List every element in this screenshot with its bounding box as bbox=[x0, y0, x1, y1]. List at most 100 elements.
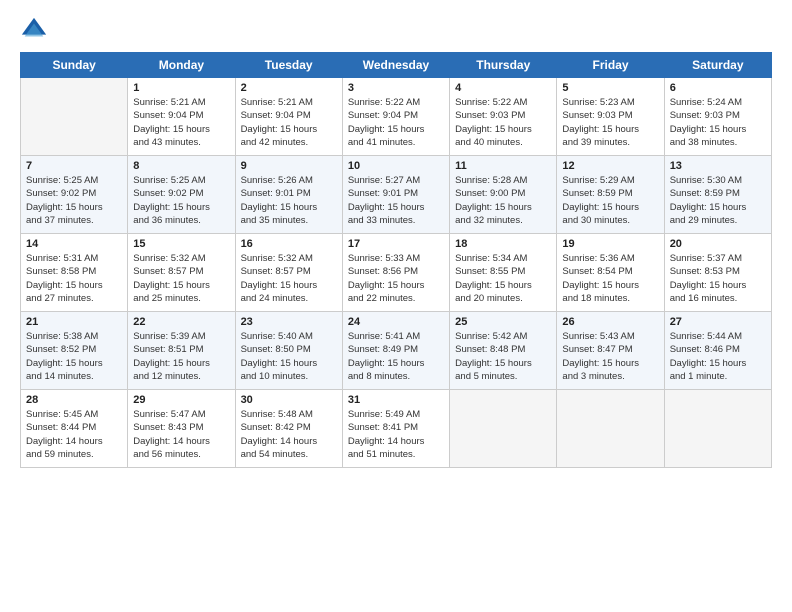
day-number: 26 bbox=[562, 316, 658, 328]
day-number: 23 bbox=[241, 316, 337, 328]
day-info: Sunrise: 5:49 AM Sunset: 8:41 PM Dayligh… bbox=[348, 408, 444, 461]
day-number: 17 bbox=[348, 238, 444, 250]
day-number: 12 bbox=[562, 160, 658, 172]
day-cell: 25Sunrise: 5:42 AM Sunset: 8:48 PM Dayli… bbox=[450, 312, 557, 390]
day-info: Sunrise: 5:37 AM Sunset: 8:53 PM Dayligh… bbox=[670, 252, 766, 305]
day-cell: 8 Sunrise: 5:25 AM Sunset: 9:02 PM Daylig… bbox=[128, 156, 235, 234]
day-info: Sunrise: 5:32 AM Sunset: 8:57 PM Dayligh… bbox=[133, 252, 229, 305]
day-cell: 19 Sunrise: 5:36 AM Sunset: 8:54 PM Dayli… bbox=[557, 234, 664, 312]
day-number: 10 bbox=[348, 160, 444, 172]
day-number: 29 bbox=[133, 394, 229, 406]
day-info: Sunrise: 5:26 AM Sunset: 9:01 PM Dayligh… bbox=[241, 174, 337, 227]
day-info: Sunrise: 5:43 AM Sunset: 8:47 PM Dayligh… bbox=[562, 330, 658, 383]
day-number: 18 bbox=[455, 238, 551, 250]
day-number: 27 bbox=[670, 316, 766, 328]
day-cell: 30 Sunrise: 5:48 AM Sunset: 8:42 PM Dayli… bbox=[235, 390, 342, 468]
day-number: 24 bbox=[348, 316, 444, 328]
col-header-saturday: Saturday bbox=[664, 53, 771, 78]
col-header-wednesday: Wednesday bbox=[342, 53, 449, 78]
week-row-2: 7Sunrise: 5:25 AM Sunset: 9:02 PM Daylig… bbox=[21, 156, 772, 234]
day-cell: 3 Sunrise: 5:22 AM Sunset: 9:04 PM Daylig… bbox=[342, 78, 449, 156]
day-info: Sunrise: 5:34 AM Sunset: 8:55 PM Dayligh… bbox=[455, 252, 551, 305]
day-number: 31 bbox=[348, 394, 444, 406]
day-info: Sunrise: 5:22 AM Sunset: 9:04 PM Dayligh… bbox=[348, 96, 444, 149]
day-number: 30 bbox=[241, 394, 337, 406]
day-cell: 29 Sunrise: 5:47 AM Sunset: 8:43 PM Dayli… bbox=[128, 390, 235, 468]
col-header-monday: Monday bbox=[128, 53, 235, 78]
day-info: Sunrise: 5:44 AM Sunset: 8:46 PM Dayligh… bbox=[670, 330, 766, 383]
day-number: 2 bbox=[241, 82, 337, 94]
day-cell: 15 Sunrise: 5:32 AM Sunset: 8:57 PM Dayli… bbox=[128, 234, 235, 312]
logo bbox=[20, 16, 52, 44]
day-info: Sunrise: 5:31 AM Sunset: 8:58 PM Dayligh… bbox=[26, 252, 122, 305]
day-cell: 2 Sunrise: 5:21 AM Sunset: 9:04 PM Daylig… bbox=[235, 78, 342, 156]
day-info: Sunrise: 5:21 AM Sunset: 9:04 PM Dayligh… bbox=[241, 96, 337, 149]
col-header-tuesday: Tuesday bbox=[235, 53, 342, 78]
day-number: 13 bbox=[670, 160, 766, 172]
day-info: Sunrise: 5:33 AM Sunset: 8:56 PM Dayligh… bbox=[348, 252, 444, 305]
day-info: Sunrise: 5:40 AM Sunset: 8:50 PM Dayligh… bbox=[241, 330, 337, 383]
day-number: 8 bbox=[133, 160, 229, 172]
day-cell: 26 Sunrise: 5:43 AM Sunset: 8:47 PM Dayli… bbox=[557, 312, 664, 390]
week-row-1: 1 Sunrise: 5:21 AM Sunset: 9:04 PM Daylig… bbox=[21, 78, 772, 156]
day-cell: 21 Sunrise: 5:38 AM Sunset: 8:52 PM Dayli… bbox=[21, 312, 128, 390]
logo-icon bbox=[20, 16, 48, 44]
day-cell bbox=[21, 78, 128, 156]
day-cell bbox=[450, 390, 557, 468]
day-info: Sunrise: 5:22 AM Sunset: 9:03 PM Dayligh… bbox=[455, 96, 551, 149]
day-number: 20 bbox=[670, 238, 766, 250]
day-info: Sunrise: 5:28 AM Sunset: 9:00 PM Dayligh… bbox=[455, 174, 551, 227]
day-info: Sunrise: 5:32 AM Sunset: 8:57 PM Dayligh… bbox=[241, 252, 337, 305]
header-row: SundayMondayTuesdayWednesdayThursdayFrid… bbox=[21, 53, 772, 78]
day-cell: 17 Sunrise: 5:33 AM Sunset: 8:56 PM Dayli… bbox=[342, 234, 449, 312]
day-info: Sunrise: 5:25 AM Sunset: 9:02 PM Dayligh… bbox=[26, 174, 122, 227]
week-row-3: 14Sunrise: 5:31 AM Sunset: 8:58 PM Dayli… bbox=[21, 234, 772, 312]
day-cell: 18 Sunrise: 5:34 AM Sunset: 8:55 PM Dayli… bbox=[450, 234, 557, 312]
day-number: 5 bbox=[562, 82, 658, 94]
day-cell: 11 Sunrise: 5:28 AM Sunset: 9:00 PM Dayli… bbox=[450, 156, 557, 234]
day-info: Sunrise: 5:45 AM Sunset: 8:44 PM Dayligh… bbox=[26, 408, 122, 461]
day-cell: 28Sunrise: 5:45 AM Sunset: 8:44 PM Dayli… bbox=[21, 390, 128, 468]
day-cell: 6 Sunrise: 5:24 AM Sunset: 9:03 PM Daylig… bbox=[664, 78, 771, 156]
calendar-table: SundayMondayTuesdayWednesdayThursdayFrid… bbox=[20, 52, 772, 468]
day-info: Sunrise: 5:25 AM Sunset: 9:02 PM Dayligh… bbox=[133, 174, 229, 227]
day-info: Sunrise: 5:39 AM Sunset: 8:51 PM Dayligh… bbox=[133, 330, 229, 383]
day-cell bbox=[557, 390, 664, 468]
col-header-sunday: Sunday bbox=[21, 53, 128, 78]
day-info: Sunrise: 5:47 AM Sunset: 8:43 PM Dayligh… bbox=[133, 408, 229, 461]
day-number: 19 bbox=[562, 238, 658, 250]
day-number: 6 bbox=[670, 82, 766, 94]
day-info: Sunrise: 5:30 AM Sunset: 8:59 PM Dayligh… bbox=[670, 174, 766, 227]
day-cell: 4Sunrise: 5:22 AM Sunset: 9:03 PM Daylig… bbox=[450, 78, 557, 156]
day-number: 21 bbox=[26, 316, 122, 328]
day-info: Sunrise: 5:36 AM Sunset: 8:54 PM Dayligh… bbox=[562, 252, 658, 305]
day-number: 15 bbox=[133, 238, 229, 250]
day-info: Sunrise: 5:24 AM Sunset: 9:03 PM Dayligh… bbox=[670, 96, 766, 149]
day-cell: 20 Sunrise: 5:37 AM Sunset: 8:53 PM Dayli… bbox=[664, 234, 771, 312]
day-number: 3 bbox=[348, 82, 444, 94]
day-info: Sunrise: 5:21 AM Sunset: 9:04 PM Dayligh… bbox=[133, 96, 229, 149]
day-cell: 31 Sunrise: 5:49 AM Sunset: 8:41 PM Dayli… bbox=[342, 390, 449, 468]
day-cell: 1 Sunrise: 5:21 AM Sunset: 9:04 PM Daylig… bbox=[128, 78, 235, 156]
day-info: Sunrise: 5:38 AM Sunset: 8:52 PM Dayligh… bbox=[26, 330, 122, 383]
day-cell: 27 Sunrise: 5:44 AM Sunset: 8:46 PM Dayli… bbox=[664, 312, 771, 390]
day-cell: 7Sunrise: 5:25 AM Sunset: 9:02 PM Daylig… bbox=[21, 156, 128, 234]
day-info: Sunrise: 5:48 AM Sunset: 8:42 PM Dayligh… bbox=[241, 408, 337, 461]
week-row-5: 28Sunrise: 5:45 AM Sunset: 8:44 PM Dayli… bbox=[21, 390, 772, 468]
day-number: 22 bbox=[133, 316, 229, 328]
week-row-4: 21 Sunrise: 5:38 AM Sunset: 8:52 PM Dayli… bbox=[21, 312, 772, 390]
day-cell: 5Sunrise: 5:23 AM Sunset: 9:03 PM Daylig… bbox=[557, 78, 664, 156]
header bbox=[20, 16, 772, 44]
day-number: 11 bbox=[455, 160, 551, 172]
day-info: Sunrise: 5:27 AM Sunset: 9:01 PM Dayligh… bbox=[348, 174, 444, 227]
day-cell: 16 Sunrise: 5:32 AM Sunset: 8:57 PM Dayli… bbox=[235, 234, 342, 312]
day-info: Sunrise: 5:41 AM Sunset: 8:49 PM Dayligh… bbox=[348, 330, 444, 383]
day-cell: 10 Sunrise: 5:27 AM Sunset: 9:01 PM Dayli… bbox=[342, 156, 449, 234]
day-info: Sunrise: 5:42 AM Sunset: 8:48 PM Dayligh… bbox=[455, 330, 551, 383]
day-number: 1 bbox=[133, 82, 229, 94]
day-cell: 12Sunrise: 5:29 AM Sunset: 8:59 PM Dayli… bbox=[557, 156, 664, 234]
page: SundayMondayTuesdayWednesdayThursdayFrid… bbox=[0, 0, 792, 612]
day-cell: 23 Sunrise: 5:40 AM Sunset: 8:50 PM Dayli… bbox=[235, 312, 342, 390]
day-number: 16 bbox=[241, 238, 337, 250]
col-header-friday: Friday bbox=[557, 53, 664, 78]
